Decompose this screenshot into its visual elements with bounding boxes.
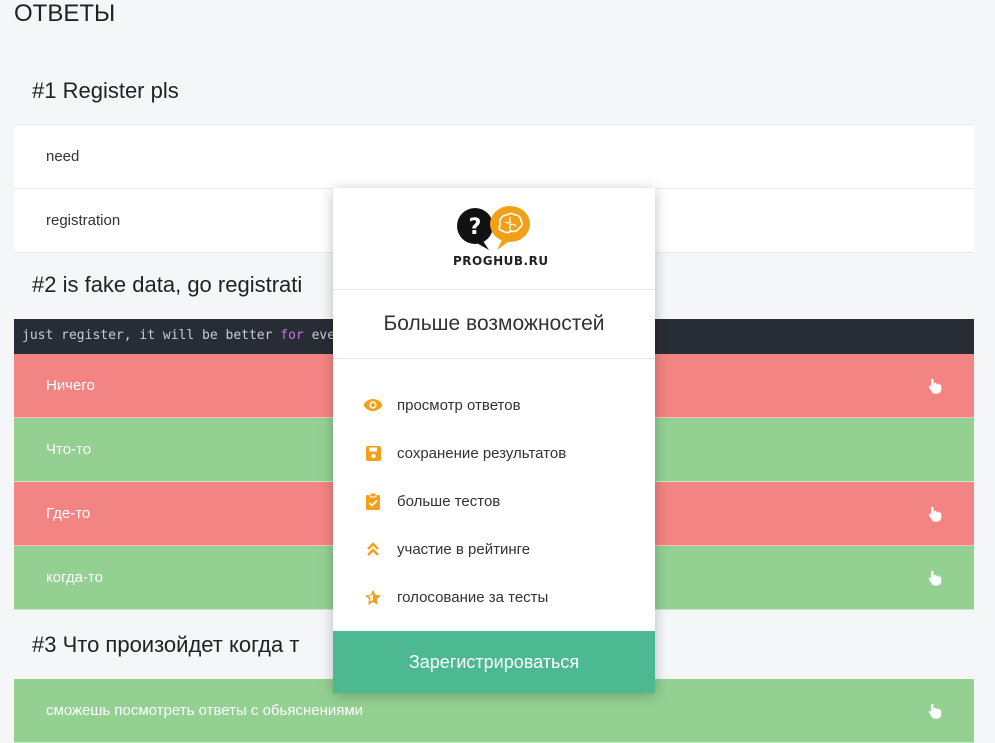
feature-label: голосование за тесты [397, 588, 549, 606]
feature-item: сохранение результатов [333, 429, 655, 477]
logo-icon: ? [457, 206, 530, 250]
answer-label: когда-то [46, 569, 104, 586]
registration-modal: ? PROGHUB.RU Больше возможностей просмот… [333, 188, 655, 693]
hand-pointer-icon [928, 703, 942, 719]
code-text: just register, it will be better [22, 328, 281, 343]
question-3-title: #3 Что произойдет когда т [32, 632, 300, 657]
hand-pointer-icon [928, 506, 942, 522]
feature-label: больше тестов [397, 492, 501, 510]
modal-header: ? PROGHUB.RU [333, 188, 655, 290]
feature-item: просмотр ответов [333, 381, 655, 429]
code-text-suffix: eve [303, 328, 336, 343]
hand-pointer-icon [928, 570, 942, 586]
modal-title: Больше возможностей [333, 290, 655, 359]
star-icon [363, 587, 383, 607]
answer-label: Где-то [46, 505, 91, 522]
clipboard-check-icon [363, 491, 383, 511]
logo-text: PROGHUB.RU [453, 254, 549, 268]
feature-list: просмотр ответов сохранение результатов … [333, 359, 655, 621]
code-keyword: for [280, 328, 304, 343]
answer-label: сможешь посмотреть ответы с обьяснениями [46, 702, 364, 719]
svg-text:?: ? [469, 215, 482, 240]
question-2-title: #2 is fake data, go registrati [32, 272, 303, 297]
register-button[interactable]: Зарегистрироваться [333, 631, 655, 693]
page-title: ОТВЕТЫ [14, 0, 116, 27]
feature-item: участие в рейтинге [333, 525, 655, 573]
feature-label: участие в рейтинге [397, 540, 531, 558]
answer-label: registration [46, 212, 121, 229]
feature-label: сохранение результатов [397, 444, 567, 462]
feature-item: больше тестов [333, 477, 655, 525]
question-1-title: #1 Register pls [32, 78, 179, 103]
double-chevron-up-icon [363, 539, 383, 559]
feature-label: просмотр ответов [397, 396, 521, 414]
answer-label: Ничего [46, 377, 95, 394]
answer-label: need [46, 148, 80, 165]
hand-pointer-icon [928, 378, 942, 394]
answer-need[interactable]: need [14, 125, 974, 189]
feature-item: голосование за тесты [333, 573, 655, 621]
eye-icon [363, 395, 383, 415]
answer-label: Что-то [46, 441, 92, 458]
proghub-logo[interactable]: ? PROGHUB.RU [453, 204, 549, 274]
floppy-disk-icon [363, 443, 383, 463]
